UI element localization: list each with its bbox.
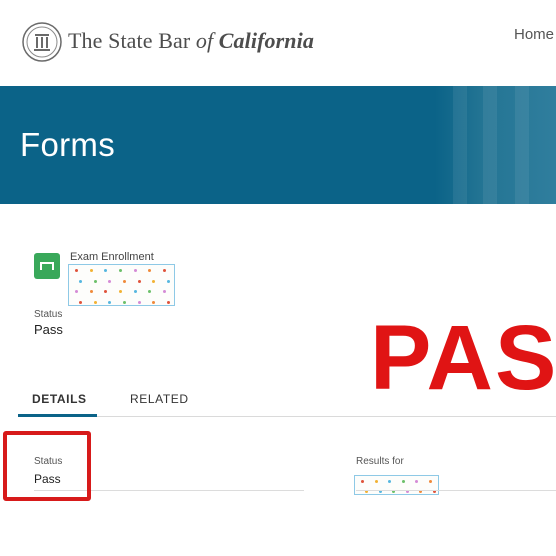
brand-state: California [218,28,314,53]
status-highlight-box [3,431,91,501]
brand-of: of [195,28,214,53]
record-tabs: DETAILS RELATED [18,386,556,417]
redaction-dot [137,301,141,304]
redaction-dot [108,279,112,283]
redaction-dot [89,269,93,272]
field-divider [356,490,556,491]
redaction-dot [163,269,166,272]
page-title: Forms [20,126,115,163]
redaction-dot [137,279,141,283]
results-for-label: Results for [356,456,404,467]
redaction-dot [93,279,97,283]
redaction-dot [119,290,122,294]
redaction-dot [133,269,137,272]
redaction-dot [152,301,156,304]
redaction-dot [75,290,78,294]
state-bar-seal-icon[interactable] [22,22,62,62]
brand-prefix: The State Bar [68,28,196,53]
redaction-dot [108,301,112,304]
record-type-label: Exam Enrollment [70,251,154,263]
redaction-dot [133,290,137,294]
active-tab-indicator [18,414,97,417]
redaction-dot [123,301,126,304]
redaction-dot [361,480,364,483]
page-banner: Forms [0,86,556,204]
header-status-label: Status [34,309,63,320]
redaction-dot [415,480,419,483]
redaction-dot [388,480,392,483]
redaction-dot [401,480,405,483]
redaction-dot [167,301,170,304]
redaction-dot [75,269,78,272]
redaction-dot [429,480,432,483]
redacted-results-value [354,475,439,495]
site-brand-name[interactable]: The State Bar of California [68,28,314,54]
redacted-record-name [68,264,175,306]
redaction-dot [148,269,152,272]
redaction-dot [167,279,170,283]
redaction-dot [104,269,108,272]
redaction-dot [79,279,82,283]
redaction-dot [163,290,166,294]
redaction-dot [152,279,156,283]
header-status-value: Pass [34,322,63,337]
redaction-dot [119,269,122,272]
tab-related[interactable]: RELATED [130,392,189,406]
site-header: The State Bar of California Home [0,0,556,86]
redaction-dot [79,301,82,304]
redaction-dot [89,290,93,294]
nav-home-link[interactable]: Home [514,26,554,43]
redaction-dot [104,290,108,294]
form-icon [34,253,60,279]
redaction-dot [374,480,378,483]
tab-details[interactable]: DETAILS [32,392,87,406]
banner-background-photo [435,86,556,204]
redaction-dot [123,279,126,283]
redaction-dot [148,290,152,294]
redaction-dot [93,301,97,304]
